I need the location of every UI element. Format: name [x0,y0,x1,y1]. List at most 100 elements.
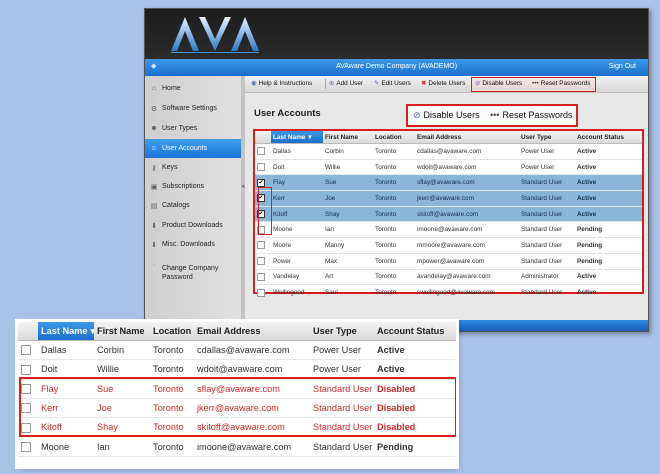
col-account-status-header[interactable]: Account Status [374,322,456,341]
table-row[interactable]: Moone Ian Toronto imoone@avaware.com Standar… [255,221,642,239]
disable-icon: ⊘ [413,110,421,120]
disabled-rows-highlight [19,377,456,437]
col-last-name-header[interactable]: Last Name▾ [38,322,94,341]
col-email-header[interactable]: Email Address [194,322,310,341]
col-select[interactable] [18,322,38,341]
sidebar-item-user-accounts[interactable]: ☺ User Accounts [145,139,241,158]
password-icon: · [152,262,156,269]
disable-users-button[interactable]: ⊘ Disable Users [475,78,522,90]
row-checkbox[interactable] [257,272,265,281]
col-last-name-cell: Moone [38,436,94,457]
row-checkbox[interactable] [257,257,265,266]
add-user-button[interactable]: ⊕ Add User [329,78,363,90]
column-header-label: Email Address [197,326,261,336]
subscription-icon: ▣ [150,183,158,191]
sidebar-item-keys[interactable]: ⚷ Keys [145,158,241,177]
table-row[interactable]: Moore Manny Toronto mmoore@avaware.com Stand… [255,237,642,254]
sidebar-item-change-company-password[interactable]: · Change Company Password [145,262,241,288]
sidebar-item-subscriptions[interactable]: ▣ Subscriptions [145,177,241,196]
col-email-header[interactable]: Email Address [415,131,519,144]
row-checkbox[interactable] [257,147,265,156]
row-checkbox[interactable]: ✔ [257,178,265,187]
sidebar-item-home[interactable]: ⌂ Home [145,79,241,98]
col-location-header[interactable]: Location [373,131,415,144]
col-account-status-cell: Active [575,174,642,192]
reset-passwords-button[interactable]: ••• Reset Passwords [532,78,590,90]
col-first-name-header[interactable]: First Name [94,322,150,341]
sidebar-item-user-types[interactable]: ☻ User Types [145,119,241,138]
col-first-name-cell: Max [323,253,373,270]
row-checkbox[interactable] [21,345,31,356]
col-location-cell: Toronto [150,340,194,361]
table-row[interactable]: Moone Ian Toronto imoone@avaware.com Standar… [18,436,456,457]
sidebar-item-misc-downloads[interactable]: ⬇ Misc. Downloads [145,235,241,254]
table-row[interactable]: Power Max Toronto mpower@avaware.com Standar… [255,253,642,270]
table-row[interactable]: Vandelay Art Toronto avandelay@avaware.com A… [255,269,642,286]
toolbar-separator [325,79,326,89]
sign-out-link[interactable]: Sign Out [609,63,636,70]
col-email-cell: wdoit@avaware.com [415,159,519,176]
password-dots-icon: ••• [490,110,500,120]
col-first-name-cell: Corbin [323,143,373,160]
col-location-cell: Toronto [373,284,415,301]
col-user-type-cell: Standard User [519,284,575,301]
help-button[interactable]: ◉ Help & Instructions [251,78,312,90]
col-location-cell: Toronto [373,221,415,239]
col-account-status-header[interactable]: Account Status [575,131,642,144]
col-last-name-cell: Moone [271,221,323,239]
col-last-name-cell: Power [271,253,323,270]
collapse-arrow-icon[interactable]: ◂ [241,182,245,190]
zoomed-result-panel: Last Name▾First Name Location Email Addres… [18,322,456,466]
app-window: ◆ AVAware Demo Company (AVADEMO) Sign Ou… [144,8,649,332]
col-account-status-cell: Active [575,190,642,207]
col-first-name-cell: Sue [323,174,373,192]
col-email-cell: sflay@avaware.com [415,174,519,192]
table-row[interactable]: Dallas Corbin Toronto cdallas@avaware.com Po… [255,143,642,160]
col-first-name-cell: Willie [323,159,373,176]
sidebar-item-catalogs[interactable]: ▤ Catalogs [145,196,241,215]
col-last-name-cell: Flay [271,174,323,192]
col-location-cell: Toronto [373,253,415,270]
col-user-type-header[interactable]: User Type [310,322,374,341]
col-first-name-cell: Art [323,269,373,286]
table-row[interactable]: Wellingood Saul Toronto swellingood@avaware… [255,284,642,301]
table-row[interactable]: ✔ Kerr Joe Toronto jkerr@avaware.com Standard… [255,190,642,207]
row-select-cell [255,269,271,286]
sidebar-item-product-downloads[interactable]: ⬇ Product Downloads [145,216,241,235]
row-checkbox[interactable] [21,364,31,375]
col-account-status-cell: Active [575,159,642,176]
col-last-name-header[interactable]: Last Name▾ [271,131,323,144]
row-checkbox[interactable] [21,441,31,452]
row-select-cell [255,159,271,176]
col-email-cell: swellingood@avaware.com [415,284,519,301]
col-first-name-header[interactable]: First Name [323,131,373,144]
table-row[interactable]: Dallas Corbin Toronto cdallas@avaware.com Po… [18,340,456,361]
table-row[interactable]: ✔ Kitoff Shay Toronto skitoff@avaware.com Sta… [255,206,642,223]
table-row[interactable]: ✔ Flay Sue Toronto sflay@avaware.com Standard… [255,174,642,192]
row-select-cell [255,253,271,270]
delete-users-button[interactable]: ✖ Delete Users [421,78,465,90]
row-select-cell [255,237,271,254]
col-user-type-cell: Standard User [519,190,575,207]
col-user-type-header[interactable]: User Type [519,131,575,144]
col-email-cell: skitoff@avaware.com [415,206,519,223]
table-row[interactable]: Doit Willie Toronto wdoit@avaware.com Power … [255,159,642,176]
catalog-icon: ▤ [150,202,158,210]
column-header-label: User Type [521,133,552,141]
edit-users-button[interactable]: ✎ Edit Users [374,78,411,90]
col-location-header[interactable]: Location [150,322,194,341]
user-icon: ☺ [150,145,158,152]
col-select[interactable] [255,131,271,144]
row-checkbox[interactable] [257,288,265,297]
sidebar-item-label: Change Company Password [162,265,219,281]
col-last-name-cell: Wellingood [271,284,323,301]
column-header-label: User Type [313,326,357,336]
help-icon: ◉ [251,80,257,87]
row-checkbox[interactable] [257,241,265,250]
row-checkbox[interactable] [257,163,265,172]
col-location-cell: Toronto [150,436,194,457]
col-account-status-cell: Pending [575,237,642,254]
col-email-cell: avandelay@avaware.com [415,269,519,286]
user-types-icon: ☻ [150,125,158,132]
sidebar-item-software-settings[interactable]: ⚙ Software Settings [145,99,241,118]
